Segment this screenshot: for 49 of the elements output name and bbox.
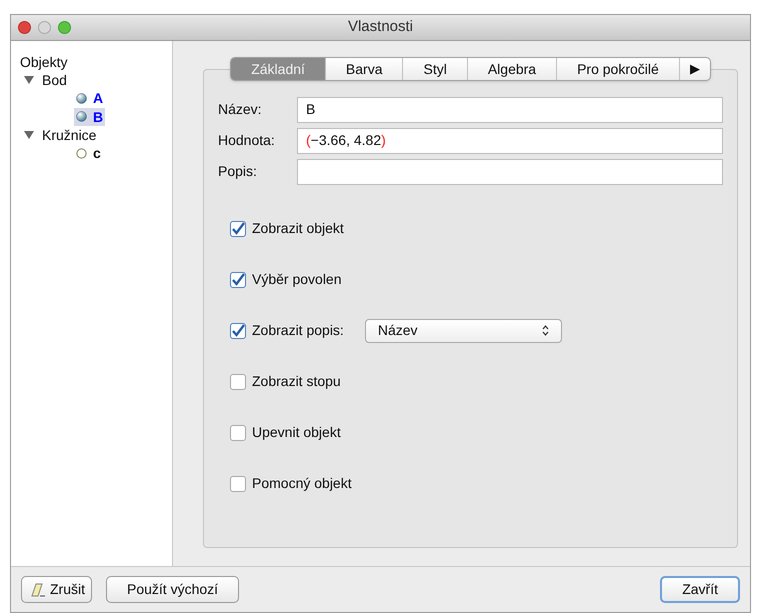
field-value-part: −3.66, 4.82 (310, 131, 382, 150)
option-label: Zobrazit stopu (252, 372, 341, 391)
option-label: Zobrazit objekt (252, 219, 344, 238)
checkbox[interactable] (230, 272, 246, 288)
disclosure-triangle-icon[interactable] (24, 75, 34, 85)
sphere-icon (76, 111, 87, 122)
field-label: Popis: (218, 162, 258, 181)
field-value-part: ) (381, 131, 386, 150)
checkbox[interactable] (230, 374, 246, 390)
text-field[interactable]: (−3.66, 4.82) (297, 128, 723, 154)
field-value-part: ( (306, 131, 311, 150)
defaults-button[interactable]: Použít výchozí (106, 576, 240, 603)
tab[interactable]: Pro pokročilé (557, 58, 680, 80)
text-field[interactable]: B (297, 96, 723, 122)
tree-node[interactable]: Bod (20, 71, 172, 89)
field-label: Hodnota: (218, 131, 276, 150)
circle-icon (76, 148, 87, 158)
checkbox[interactable] (230, 476, 246, 492)
sphere-icon (76, 92, 87, 104)
tab[interactable]: Algebra (468, 58, 558, 80)
option-label: Upevnit objekt (252, 423, 341, 442)
close-icon[interactable] (18, 21, 31, 34)
tree-node[interactable]: Kružnice (20, 126, 172, 144)
checkmark-icon (231, 222, 245, 236)
option-label: Zobrazit popis: (252, 321, 344, 340)
disclosure-triangle-icon[interactable] (24, 130, 34, 140)
tab[interactable]: Styl (403, 58, 468, 80)
field-value-part: B (306, 100, 316, 119)
cancel-button[interactable]: Zrušit (21, 576, 92, 603)
window-title: Vlastnosti (346, 17, 414, 38)
field-label: Název: (218, 100, 263, 119)
tab[interactable]: Barva (326, 58, 404, 80)
text-field[interactable] (297, 158, 723, 184)
updown-caret-icon (542, 325, 549, 336)
checkbox[interactable] (230, 322, 246, 338)
tree-item[interactable]: A (74, 89, 106, 107)
label-dropdown[interactable]: Název (364, 318, 562, 342)
tab-scroll-button[interactable]: ▶ (680, 58, 710, 80)
checkmark-icon (231, 272, 245, 286)
option-label: Pomocný objekt (252, 474, 352, 493)
checkmark-icon (231, 324, 245, 338)
tree-item[interactable]: c (74, 144, 103, 162)
close-button[interactable]: Zavřít (660, 576, 740, 603)
checkbox[interactable] (230, 220, 246, 236)
checkbox[interactable] (230, 424, 246, 440)
zoom-icon[interactable] (58, 21, 71, 34)
option-label: Výběr povolen (252, 270, 342, 289)
tree-item[interactable]: B (74, 108, 106, 126)
tree-heading: Objekty (20, 53, 68, 71)
